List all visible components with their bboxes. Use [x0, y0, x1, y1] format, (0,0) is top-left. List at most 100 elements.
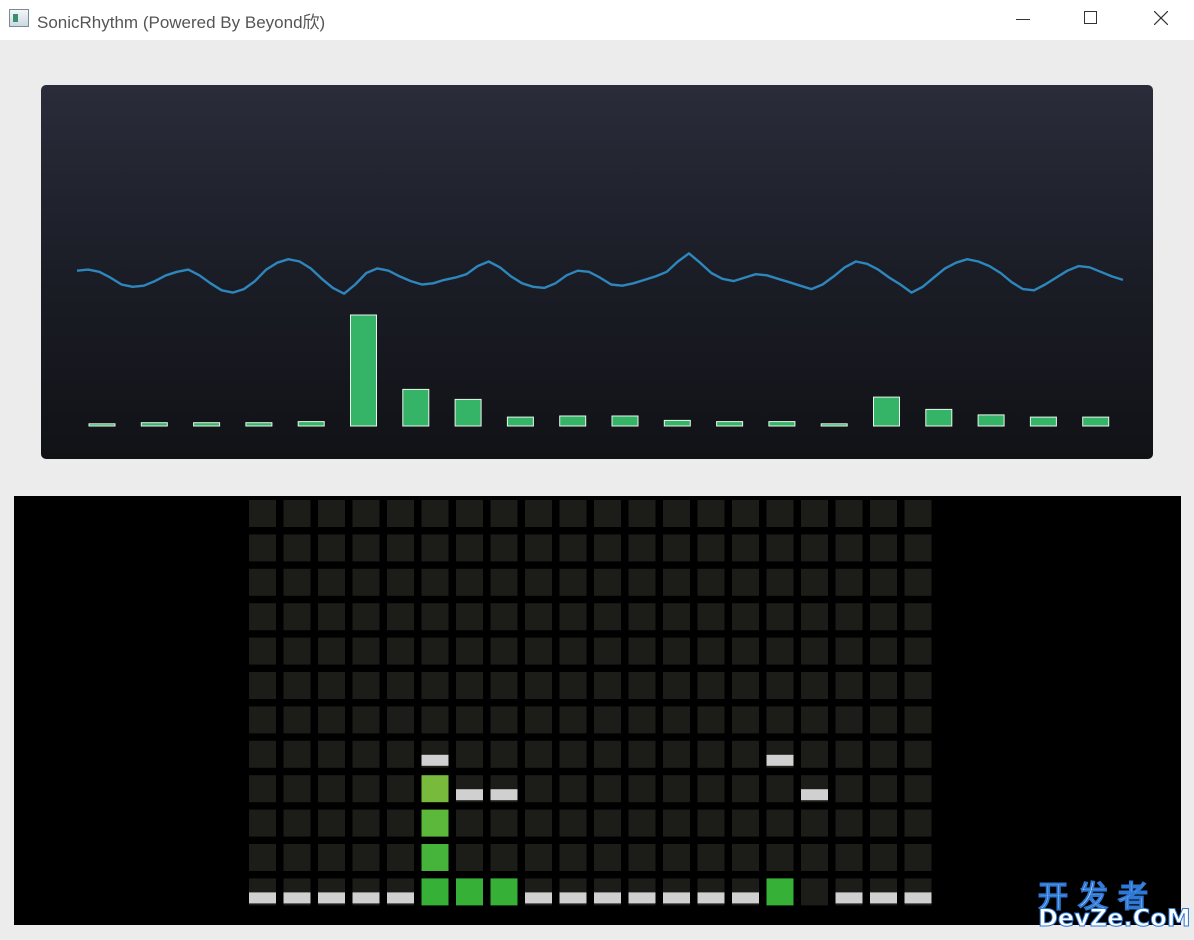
vu-cell [490, 706, 518, 734]
vu-cell [766, 878, 794, 906]
vu-cell [697, 844, 725, 871]
vu-cell [421, 672, 449, 699]
vu-cell [249, 844, 276, 871]
close-button[interactable] [1138, 0, 1184, 38]
vu-cell [456, 844, 483, 871]
vu-cell [663, 500, 690, 527]
vu-peak-marker [835, 892, 863, 904]
vu-meter-grid [249, 500, 932, 906]
watermark-line-2: DevZe.CoM [1038, 904, 1192, 933]
vu-cell [387, 500, 414, 527]
vu-cell [628, 500, 656, 527]
maximize-button[interactable] [1068, 0, 1114, 38]
vu-cell [421, 603, 449, 631]
vu-cell [249, 672, 276, 699]
vu-cell [594, 534, 621, 562]
vu-cell [904, 500, 932, 527]
vu-cell [490, 878, 518, 906]
vu-cell [456, 603, 483, 631]
vu-cell [352, 603, 380, 631]
vu-cell [835, 706, 863, 734]
vu-cell [594, 672, 621, 699]
vu-cell [801, 603, 828, 631]
vu-cell [628, 603, 656, 631]
vu-peak-marker [387, 892, 414, 904]
vu-peak-marker [732, 892, 759, 904]
vu-cell [594, 603, 621, 631]
vu-cell [318, 706, 345, 734]
vu-cell [525, 637, 552, 665]
app-icon [9, 9, 29, 27]
vu-cell [387, 534, 414, 562]
vu-cell [870, 672, 897, 699]
vu-cell [456, 706, 483, 734]
vu-cell [352, 740, 380, 768]
vu-cell [525, 672, 552, 699]
spectrum-bar [245, 422, 273, 427]
vu-cell [318, 500, 345, 527]
vu-cell [283, 568, 311, 596]
vu-cell [835, 568, 863, 596]
vu-cell [801, 706, 828, 734]
vu-cell [559, 740, 587, 768]
vu-cell [490, 534, 518, 562]
vu-cell [249, 809, 276, 837]
vu-cell [318, 534, 345, 562]
vu-cell [835, 603, 863, 631]
vu-cell [525, 603, 552, 631]
vu-cell [421, 809, 449, 837]
vu-cell [525, 534, 552, 562]
vu-cell [697, 534, 725, 562]
vu-cell [766, 706, 794, 734]
vu-cell [559, 844, 587, 871]
vu-cell [801, 740, 828, 768]
vu-cell [766, 809, 794, 837]
vu-cell [628, 809, 656, 837]
vu-cell [387, 568, 414, 596]
minimize-button[interactable] [1000, 0, 1046, 38]
vu-cell [732, 672, 759, 699]
vu-cell [697, 706, 725, 734]
vu-cell [594, 775, 621, 803]
vu-cell [697, 637, 725, 665]
vu-cell [249, 775, 276, 803]
vu-cell [697, 809, 725, 837]
vu-cell [525, 568, 552, 596]
vu-cell [352, 568, 380, 596]
vu-cell [352, 637, 380, 665]
vu-cell [594, 844, 621, 871]
vu-cell [801, 672, 828, 699]
vu-cell [352, 706, 380, 734]
vu-cell [283, 672, 311, 699]
vu-cell [456, 809, 483, 837]
vu-cell [732, 844, 759, 871]
vu-cell [801, 568, 828, 596]
spectrum-bar [402, 388, 430, 427]
spectrum-bar [1082, 416, 1110, 427]
vu-cell [421, 706, 449, 734]
vu-cell [801, 637, 828, 665]
vu-cell [870, 775, 897, 803]
vu-cell [490, 603, 518, 631]
vu-peak-marker [663, 892, 690, 904]
vu-cell [249, 603, 276, 631]
vu-cell [352, 775, 380, 803]
vu-cell [456, 500, 483, 527]
vu-cell [456, 534, 483, 562]
vu-cell [870, 706, 897, 734]
vu-cell [387, 775, 414, 803]
vu-cell [318, 740, 345, 768]
vu-cell [559, 809, 587, 837]
vu-cell [835, 500, 863, 527]
vu-cell [594, 706, 621, 734]
vu-cell [663, 534, 690, 562]
spectrum-bar [873, 396, 900, 427]
spectrum-bar [977, 414, 1005, 427]
vu-cell [766, 603, 794, 631]
vu-cell [766, 844, 794, 871]
vu-cell [283, 775, 311, 803]
waveform-spectrum-canvas [76, 252, 1124, 427]
vu-cell [559, 500, 587, 527]
vu-cell [456, 672, 483, 699]
vu-cell [490, 568, 518, 596]
